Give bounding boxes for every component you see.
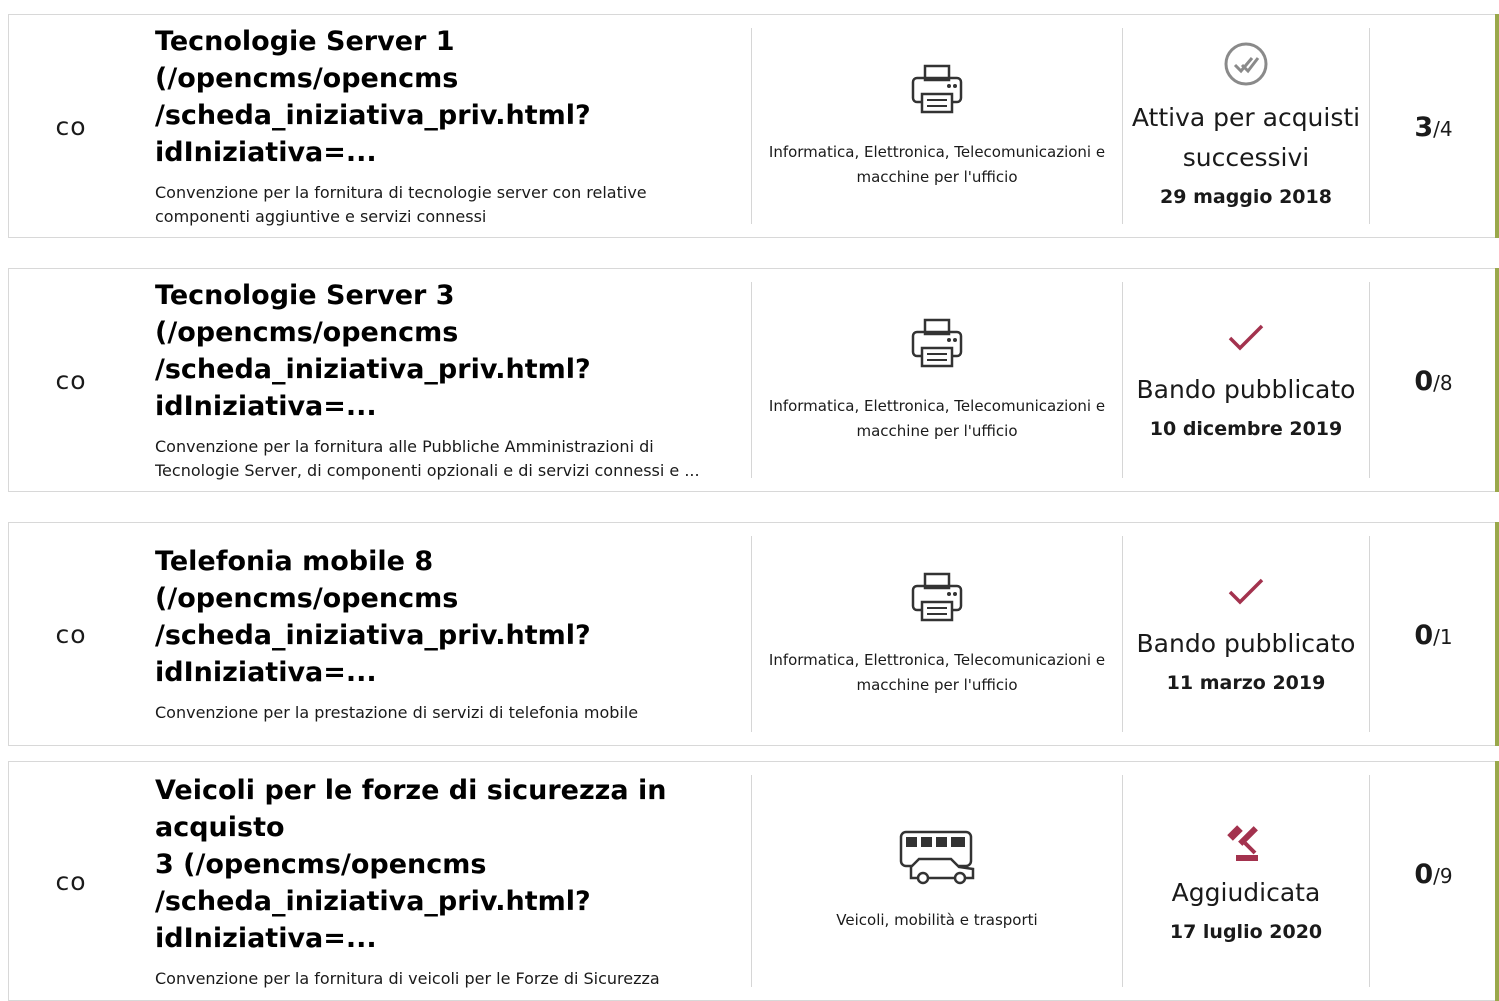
status-label: Attiva per acquisti successivi [1131,103,1361,172]
initiative-title-line: 3 (/opencms/opencms [155,848,487,880]
count-cell: 0/1 [1370,523,1497,745]
initiative-title-line: /scheda_iniziativa_priv.html?idIniziativ… [155,620,591,688]
count-number: 0 [1414,859,1434,890]
category-cell: Informatica, Elettronica, Telecomunicazi… [752,15,1122,237]
initiative-card[interactable]: CO Telefonia mobile 8 (/opencms/opencms … [8,522,1499,746]
initiative-type: CO [9,269,133,491]
initiative-title-line: /scheda_iniziativa_priv.html?idIniziativ… [155,885,591,954]
status-date: 11 marzo 2019 [1166,672,1326,694]
initiative-type: CO [9,15,133,237]
initiative-title-link[interactable]: Tecnologie Server 3 (/opencms/opencms /s… [155,277,740,425]
printer-icon [909,316,965,376]
initiative-type: CO [9,762,133,1000]
status-date: 10 dicembre 2019 [1149,418,1343,440]
count-value: 0/9 [1414,859,1452,890]
count-cell: 3/4 [1370,15,1497,237]
initiative-type-label: CO [55,365,87,395]
initiative-description: Convenzione per la fornitura di veicoli … [155,968,660,988]
count-total: /4 [1433,117,1453,141]
gavel-icon [1222,815,1270,867]
count-number: 0 [1414,620,1434,651]
checkmark-icon [1224,570,1268,618]
initiative-card[interactable]: CO Veicoli per le forze di sicurezza in … [8,761,1499,1001]
count-number: 0 [1414,366,1434,397]
initiative-title-link[interactable]: Telefonia mobile 8 (/opencms/opencms /sc… [155,543,740,691]
status-cell: Bando pubblicato 10 dicembre 2019 [1123,269,1369,491]
checkmark-icon [1224,316,1268,364]
initiative-type: CO [9,523,133,745]
status-date: 17 luglio 2020 [1169,921,1323,943]
printer-icon [909,570,965,630]
initiative-title-line: Veicoli per le forze di sicurezza in acq… [155,774,667,843]
initiative-title-link[interactable]: Veicoli per le forze di sicurezza in acq… [155,772,740,957]
category-label: Informatica, Elettronica, Telecomunicazi… [768,143,1106,186]
count-cell: 0/9 [1370,762,1497,1000]
initiative-title-line: /scheda_iniziativa_priv.html?idIniziativ… [155,354,591,422]
status-label: Bando pubblicato [1136,375,1356,404]
count-value: 3/4 [1414,112,1452,143]
category-cell: Informatica, Elettronica, Telecomunicazi… [752,269,1122,491]
count-value: 0/1 [1414,620,1452,651]
status-cell: Aggiudicata 17 luglio 2020 [1123,762,1369,1000]
status-cell: Attiva per acquisti successivi 29 maggio… [1123,15,1369,237]
initiative-description: Convenzione per la fornitura alle Pubbli… [155,437,700,480]
category-label: Informatica, Elettronica, Telecomunicazi… [768,651,1106,694]
initiative-title-line: Tecnologie Server 1 (/opencms/opencms [155,26,459,94]
status-date: 29 maggio 2018 [1160,186,1332,208]
count-cell: 0/8 [1370,269,1497,491]
initiative-title-line: Telefonia mobile 8 (/opencms/opencms [155,546,459,614]
count-total: /8 [1433,371,1453,395]
count-total: /1 [1433,625,1453,649]
status-cell: Bando pubblicato 11 marzo 2019 [1123,523,1369,745]
initiative-description: Convenzione per la fornitura di tecnolog… [155,183,647,226]
initiative-type-label: CO [55,866,87,896]
status-label: Bando pubblicato [1136,629,1356,658]
initiative-title-line: /scheda_iniziativa_priv.html?idIniziativ… [155,100,591,168]
category-label: Informatica, Elettronica, Telecomunicazi… [768,397,1106,440]
count-value: 0/8 [1414,366,1452,397]
status-label: Aggiudicata [1171,878,1321,907]
initiative-card[interactable]: CO Tecnologie Server 1 (/opencms/opencms… [8,14,1499,238]
vehicles-icon [897,830,977,890]
count-total: /9 [1433,864,1453,888]
double-check-circle-icon [1222,40,1270,92]
count-number: 3 [1414,112,1434,143]
initiative-title-link[interactable]: Tecnologie Server 1 (/opencms/opencms /s… [155,23,740,171]
initiative-type-label: CO [55,619,87,649]
printer-icon [909,62,965,122]
category-cell: Veicoli, mobilità e trasporti [752,762,1122,1000]
initiative-description: Convenzione per la prestazione di serviz… [155,703,639,722]
category-cell: Informatica, Elettronica, Telecomunicazi… [752,523,1122,745]
category-label: Veicoli, mobilità e trasporti [836,910,1038,929]
initiative-card[interactable]: CO Tecnologie Server 3 (/opencms/opencms… [8,268,1499,492]
initiative-title-line: Tecnologie Server 3 (/opencms/opencms [155,280,459,348]
initiative-type-label: CO [55,111,87,141]
